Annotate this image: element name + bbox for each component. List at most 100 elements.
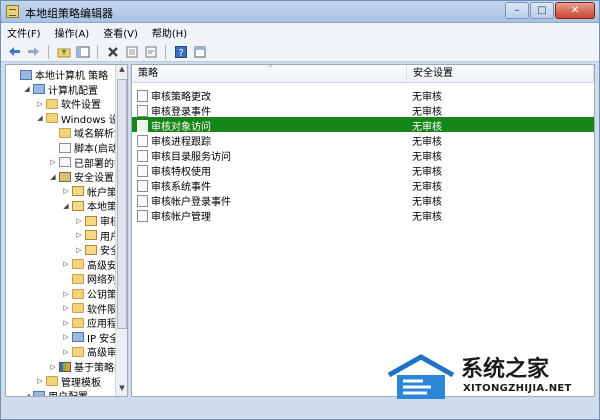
expand-toggle-icon[interactable]: ◢ bbox=[23, 85, 31, 93]
expand-toggle-icon[interactable]: ▷ bbox=[75, 246, 83, 254]
tree-item[interactable]: ▷ IP 安全 bbox=[62, 331, 119, 345]
toolbar-separator bbox=[97, 44, 98, 59]
policy-name: 审核进程跟踪 bbox=[151, 137, 211, 148]
svg-text:?: ? bbox=[178, 48, 183, 58]
shield-icon bbox=[59, 171, 71, 182]
tree-item[interactable]: ◢ 用户配置 bbox=[23, 389, 88, 396]
policy-document-icon bbox=[137, 119, 148, 132]
properties-icon[interactable] bbox=[124, 44, 139, 59]
pc-icon bbox=[20, 69, 32, 80]
watermark-text: 系统之家 bbox=[461, 357, 550, 382]
policy-cell: 审核帐户管理 bbox=[137, 208, 211, 223]
tree-item[interactable]: ▷ 软件设置 bbox=[36, 97, 101, 111]
tree-item[interactable]: ▷ 审核 bbox=[75, 214, 120, 228]
tree-item[interactable]: ▷ 管理模板 bbox=[36, 375, 101, 389]
maximize-button[interactable]: □ bbox=[530, 2, 554, 19]
policy-document-icon bbox=[137, 209, 148, 222]
expand-toggle-icon[interactable]: ▷ bbox=[49, 158, 57, 166]
expand-toggle-icon[interactable]: ▷ bbox=[62, 290, 70, 298]
tree-item[interactable]: ▷ 软件限 bbox=[62, 302, 117, 316]
table-row[interactable]: 审核帐户管理 无审核 bbox=[132, 207, 594, 223]
back-icon[interactable] bbox=[7, 44, 22, 59]
sort-ascending-icon: ^ bbox=[268, 65, 274, 72]
expand-toggle-icon[interactable]: ◢ bbox=[62, 202, 70, 210]
extended-view-icon[interactable] bbox=[192, 44, 207, 59]
expand-toggle-icon[interactable]: ◢ bbox=[23, 392, 31, 396]
expand-toggle-icon[interactable]: ▷ bbox=[62, 260, 70, 268]
expand-toggle-icon[interactable]: ▷ bbox=[62, 187, 70, 195]
expand-toggle-icon[interactable]: ▷ bbox=[62, 348, 70, 356]
folder-icon bbox=[72, 273, 84, 284]
expand-toggle-icon[interactable]: ▷ bbox=[62, 333, 70, 341]
table-row[interactable]: 审核系统事件 无审核 bbox=[132, 177, 594, 193]
expand-toggle-icon[interactable]: ▷ bbox=[75, 231, 83, 239]
expand-toggle-icon[interactable]: ▷ bbox=[75, 217, 83, 225]
tree-item[interactable]: ▷ 用户 bbox=[75, 229, 120, 243]
tree-item[interactable]: ▷ 已部署的打 bbox=[49, 156, 124, 170]
expand-toggle-icon[interactable]: ▷ bbox=[36, 100, 44, 108]
scroll-down-icon[interactable]: ▼ bbox=[116, 384, 127, 396]
table-row[interactable]: 审核对象访问 无审核 bbox=[132, 117, 594, 133]
tree-item[interactable]: 本地计算机 策略 bbox=[10, 68, 108, 82]
menu-action[interactable]: 操作(A) bbox=[55, 25, 90, 40]
table-row[interactable]: 审核特权使用 无审核 bbox=[132, 162, 594, 178]
tree-item-label: 计算机配置 bbox=[48, 85, 98, 97]
doc-icon bbox=[59, 142, 71, 153]
table-row[interactable]: 审核登录事件 无审核 bbox=[132, 102, 594, 118]
menu-file[interactable]: 文件(F) bbox=[7, 25, 41, 40]
table-row[interactable]: 审核策略更改 无审核 bbox=[132, 87, 594, 103]
tree-item[interactable]: ▷ 安全 bbox=[75, 243, 120, 257]
scroll-thumb[interactable] bbox=[117, 79, 127, 329]
toolbar-separator bbox=[48, 44, 49, 59]
help-icon[interactable]: ? bbox=[173, 44, 188, 59]
folder-icon bbox=[59, 127, 71, 138]
expand-toggle-icon[interactable]: ▷ bbox=[62, 319, 70, 327]
tree-item[interactable]: ▷ 应用程 bbox=[62, 316, 117, 330]
menu-help[interactable]: 帮助(H) bbox=[152, 25, 187, 40]
policy-document-icon bbox=[137, 179, 148, 192]
up-folder-icon[interactable] bbox=[56, 44, 71, 59]
tree-item-label: 公钥策 bbox=[87, 290, 117, 301]
console-tree[interactable]: 本地计算机 策略 ◢ 计算机配置 ▷ 软件设置 ◢ Windows 设置 域名解析策 脚本(启动… bbox=[5, 64, 128, 397]
house-logo-icon bbox=[387, 354, 455, 399]
expand-toggle-icon[interactable]: ▷ bbox=[62, 304, 70, 312]
table-row[interactable]: 审核进程跟踪 无审核 bbox=[132, 132, 594, 148]
tree-vertical-scrollbar[interactable]: ▲ ▼ bbox=[115, 65, 127, 396]
table-row[interactable]: 审核目录服务访问 无审核 bbox=[132, 147, 594, 163]
policy-name: 审核帐户登录事件 bbox=[151, 197, 231, 208]
tree-item[interactable]: 脚本(启动 bbox=[49, 141, 118, 155]
scroll-up-icon[interactable]: ▲ bbox=[116, 65, 127, 77]
expand-toggle-icon[interactable]: ◢ bbox=[36, 114, 44, 122]
tree-item[interactable]: ▷ 帐户策 bbox=[62, 185, 117, 199]
tree-item[interactable]: ▷ 高级审 bbox=[62, 345, 117, 359]
expand-toggle-icon[interactable]: ▷ bbox=[49, 363, 57, 371]
tree-item[interactable]: ◢ 计算机配置 bbox=[23, 83, 98, 97]
policy-cell: 审核进程跟踪 bbox=[137, 133, 211, 148]
pol-icon bbox=[85, 230, 97, 241]
close-button[interactable]: ✕ bbox=[555, 2, 595, 19]
expand-toggle-icon[interactable]: ▷ bbox=[36, 377, 44, 385]
minimize-button[interactable]: – bbox=[505, 2, 529, 19]
table-row[interactable]: 审核帐户登录事件 无审核 bbox=[132, 192, 594, 208]
expand-toggle-icon[interactable]: ◢ bbox=[49, 173, 57, 181]
forward-icon[interactable] bbox=[26, 44, 41, 59]
menu-view[interactable]: 查看(V) bbox=[103, 25, 138, 40]
folder-icon bbox=[46, 113, 58, 124]
delete-icon[interactable] bbox=[105, 44, 120, 59]
security-setting-value: 无审核 bbox=[412, 107, 442, 118]
tree-item[interactable]: 网络列 bbox=[62, 272, 117, 286]
tree-item[interactable]: ▷ 基于策略的 bbox=[49, 360, 124, 374]
column-header-security-setting[interactable]: 安全设置 bbox=[407, 65, 594, 83]
tree-item[interactable]: 域名解析策 bbox=[49, 126, 124, 140]
export-icon[interactable] bbox=[143, 44, 158, 59]
policy-name: 审核登录事件 bbox=[151, 107, 211, 118]
tree-item[interactable]: ◢ 本地策 bbox=[62, 199, 117, 213]
tree-item-label: 帐户策 bbox=[87, 187, 117, 199]
tree-item[interactable]: ◢ 安全设置 bbox=[49, 170, 114, 184]
pc-icon bbox=[33, 390, 45, 396]
title-bar[interactable]: 本地组策略编辑器 – □ ✕ bbox=[1, 1, 599, 23]
tree-item[interactable]: ▷ 高级安 bbox=[62, 258, 117, 272]
tree-item[interactable]: ▷ 公钥策 bbox=[62, 287, 117, 301]
policy-cell: 审核登录事件 bbox=[137, 103, 211, 118]
show-hide-tree-icon[interactable] bbox=[75, 44, 90, 59]
